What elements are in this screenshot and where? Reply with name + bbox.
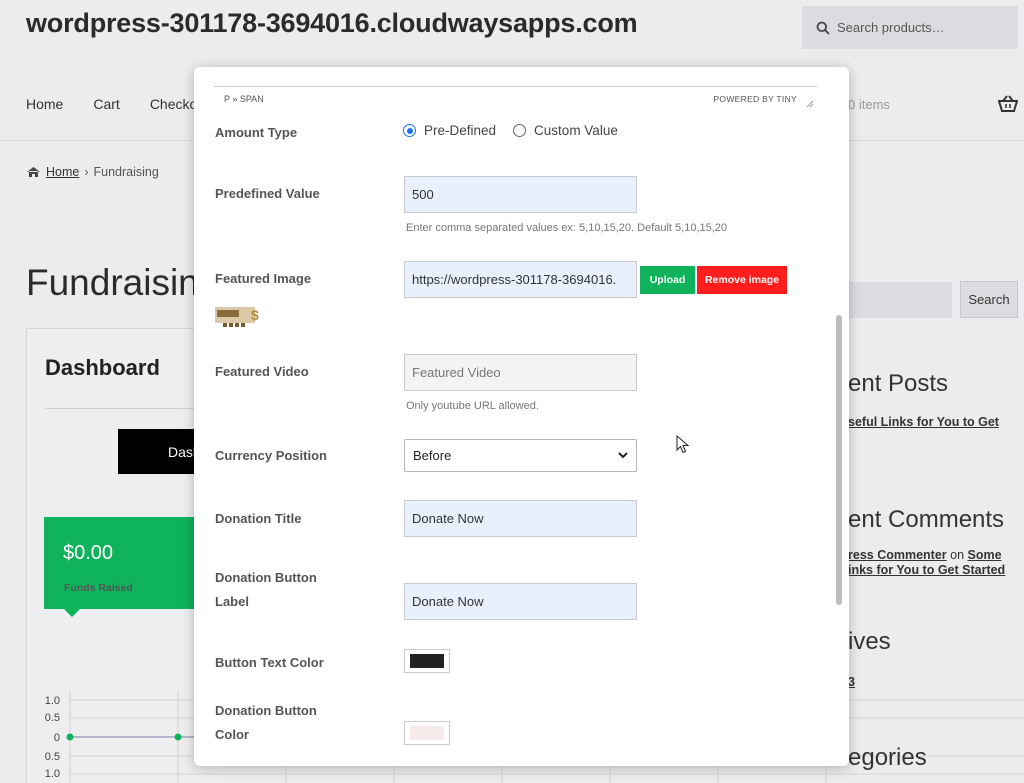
- home-icon: [27, 167, 40, 177]
- recent-comment-line1: ress Commenter on Some: [848, 548, 1002, 562]
- amount-type-radio-group: Pre-Defined Custom Value: [403, 123, 635, 138]
- product-search-input[interactable]: Search products…: [802, 6, 1018, 49]
- comment-post-link-cont[interactable]: inks for You to Get Started: [848, 563, 1005, 577]
- search-icon: [816, 21, 830, 35]
- dashboard-title: Dashboard: [45, 355, 160, 380]
- resize-grip-icon[interactable]: [806, 100, 814, 108]
- sidebar-search-button[interactable]: Search: [960, 281, 1018, 318]
- page-title: Fundraising: [26, 262, 220, 303]
- featured-image-thumbnail: $: [215, 307, 259, 327]
- chart-tick: 0.5: [45, 751, 60, 763]
- upload-button[interactable]: Upload: [640, 266, 695, 294]
- mouse-pointer-icon: [676, 435, 690, 454]
- featured-video-input[interactable]: Featured Video: [404, 354, 637, 391]
- site-title[interactable]: wordpress-301178-3694016.cloudwaysapps.c…: [26, 8, 638, 39]
- editor-path[interactable]: P » SPAN: [224, 94, 264, 104]
- donation-button-color-line1: Donation Button: [215, 703, 317, 718]
- button-text-color-picker[interactable]: [404, 649, 450, 673]
- comment-author-link[interactable]: ress Commenter: [848, 548, 947, 562]
- campaign-edit-modal: P » SPAN POWERED BY TINY Amount Type Pre…: [194, 67, 849, 766]
- amount-type-label: Amount Type: [215, 125, 298, 140]
- donation-title-input[interactable]: Donate Now: [404, 500, 637, 537]
- powered-by-tiny[interactable]: POWERED BY TINY: [713, 94, 807, 104]
- predefined-value-hint: Enter comma separated values ex: 5,10,15…: [406, 222, 728, 234]
- recent-posts-heading: ent Posts: [848, 370, 949, 397]
- predefined-value-label: Predefined Value: [215, 186, 320, 201]
- currency-position-label: Currency Position: [215, 448, 327, 463]
- comment-post-link[interactable]: Some: [968, 548, 1002, 562]
- breadcrumb: Home › Fundraising: [26, 165, 159, 179]
- dashboard-divider: [45, 408, 215, 409]
- funds-raised-card: $0.00 Funds Raised: [44, 517, 204, 617]
- search-placeholder: Search products…: [837, 20, 945, 35]
- donation-button-color-swatch: [410, 726, 444, 740]
- basket-icon[interactable]: [998, 95, 1018, 113]
- card-pointer: [64, 609, 80, 617]
- categories-heading: egories: [848, 744, 927, 771]
- donation-title-label: Donation Title: [215, 511, 302, 526]
- primary-nav: Home Cart Checko: [26, 96, 197, 112]
- donation-button-label-line2: Label: [215, 594, 249, 609]
- editor-statusbar: P » SPAN POWERED BY TINY: [214, 86, 817, 110]
- predefined-value-input[interactable]: 500: [404, 176, 637, 213]
- funds-raised-amount: $0.00: [63, 542, 114, 564]
- modal-scrollbar[interactable]: [836, 315, 842, 605]
- comment-on-text: on: [950, 548, 965, 562]
- radio-custom-value-label[interactable]: Custom Value: [534, 123, 618, 138]
- remove-image-button[interactable]: Remove image: [697, 266, 787, 294]
- donation-button-label-input[interactable]: Donate Now: [404, 583, 637, 620]
- featured-video-hint: Only youtube URL allowed.: [406, 400, 539, 412]
- breadcrumb-home-link[interactable]: Home: [46, 165, 79, 179]
- archives-heading: ives: [848, 628, 891, 655]
- featured-image-url-input[interactable]: https://wordpress-301178-3694016.: [404, 261, 637, 298]
- nav-item-home[interactable]: Home: [26, 96, 63, 112]
- button-text-color-label: Button Text Color: [215, 655, 324, 670]
- donation-button-color-line2: Color: [215, 727, 249, 742]
- donation-button-label-line1: Donation Button: [215, 570, 317, 585]
- chart-tick: 1.0: [45, 768, 60, 780]
- featured-image-label: Featured Image: [215, 271, 312, 286]
- nav-item-checkout[interactable]: Checko: [150, 96, 197, 112]
- nav-item-cart[interactable]: Cart: [93, 96, 119, 112]
- funds-raised-label: Funds Raised: [64, 582, 133, 594]
- radio-pre-defined-label[interactable]: Pre-Defined: [424, 123, 496, 138]
- chevron-down-icon: [618, 452, 628, 459]
- recent-post-link[interactable]: seful Links for You to Get: [848, 415, 999, 429]
- donation-button-color-label: Donation Button Color: [215, 699, 317, 747]
- sidebar-search-input[interactable]: [848, 282, 952, 318]
- donation-button-color-picker[interactable]: [404, 721, 450, 745]
- currency-position-value: Before: [413, 448, 452, 463]
- recent-comments-heading: ent Comments: [848, 506, 1005, 533]
- breadcrumb-separator: ›: [84, 165, 89, 179]
- chart-point: [174, 733, 182, 741]
- breadcrumb-current: Fundraising: [93, 165, 159, 179]
- archive-link[interactable]: 3: [848, 675, 855, 689]
- chart-tick: 1.0: [45, 695, 60, 707]
- svg-text:$: $: [251, 307, 259, 323]
- cart-count[interactable]: 0 items: [848, 97, 890, 112]
- chart-tick: 0.5: [45, 712, 60, 724]
- donation-button-label-label: Donation Button Label: [215, 566, 317, 614]
- radio-custom-value[interactable]: [513, 124, 527, 137]
- radio-pre-defined[interactable]: [403, 124, 416, 137]
- button-text-color-swatch: [410, 654, 444, 668]
- chart-point: [66, 733, 74, 741]
- chart-tick: 0: [54, 732, 60, 744]
- currency-position-select[interactable]: Before: [404, 439, 637, 472]
- featured-video-label: Featured Video: [215, 364, 309, 379]
